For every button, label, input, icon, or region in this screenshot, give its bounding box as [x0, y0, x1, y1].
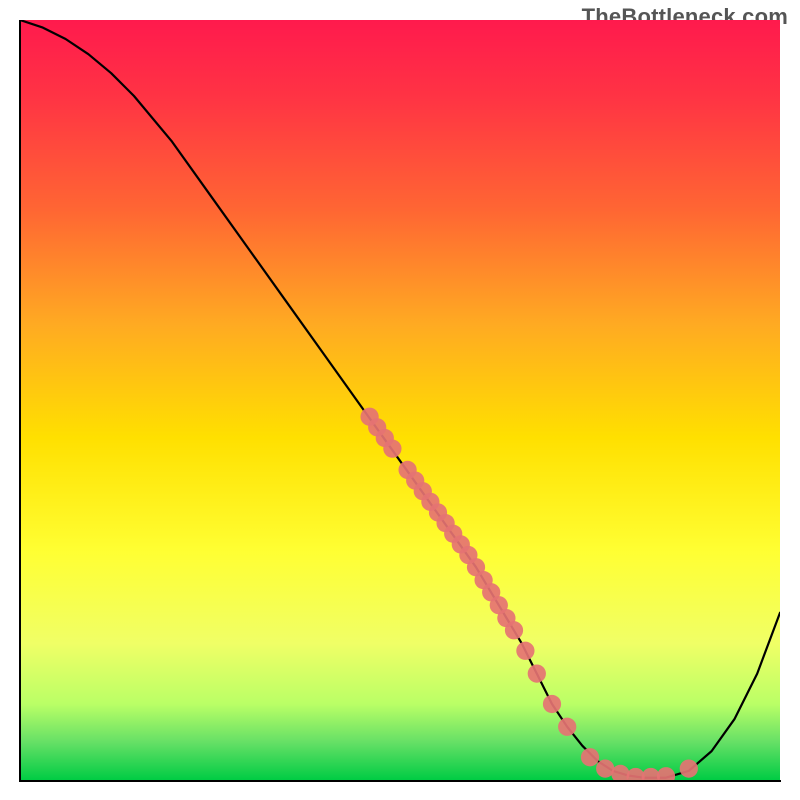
marker-cluster	[505, 621, 523, 639]
marker-cluster	[452, 535, 470, 553]
marker-cluster	[406, 471, 424, 489]
chart-svg	[20, 20, 780, 780]
marker-cluster	[444, 525, 462, 543]
marker-cluster	[398, 461, 416, 479]
marker-cluster	[474, 571, 492, 589]
marker-cluster	[528, 664, 546, 682]
marker-cluster	[383, 440, 401, 458]
marker-cluster	[429, 503, 447, 521]
marker-right	[680, 759, 698, 777]
marker-cluster	[516, 642, 534, 660]
marker-minimum	[596, 759, 614, 777]
marker-cluster	[467, 558, 485, 576]
marker-cluster	[490, 596, 508, 614]
marker-cluster	[436, 514, 454, 532]
marker-minimum	[642, 768, 660, 780]
marker-minimum	[581, 748, 599, 766]
marker-cluster	[459, 546, 477, 564]
marker-cluster	[421, 493, 439, 511]
marker-cluster	[543, 695, 561, 713]
marker-minimum	[611, 765, 629, 780]
y-axis	[19, 20, 21, 782]
marker-cluster	[414, 482, 432, 500]
scatter-points	[360, 408, 697, 780]
chart-container: TheBottleneck.com	[0, 0, 800, 800]
marker-cluster	[497, 609, 515, 627]
marker-cluster	[360, 408, 378, 426]
plot-area	[20, 20, 780, 780]
marker-cluster	[376, 429, 394, 447]
marker-minimum	[626, 768, 644, 780]
x-axis	[19, 780, 781, 782]
marker-minimum	[657, 767, 675, 780]
bottleneck-curve	[20, 20, 780, 778]
marker-cluster	[482, 583, 500, 601]
marker-cluster	[368, 418, 386, 436]
marker-cluster	[558, 718, 576, 736]
